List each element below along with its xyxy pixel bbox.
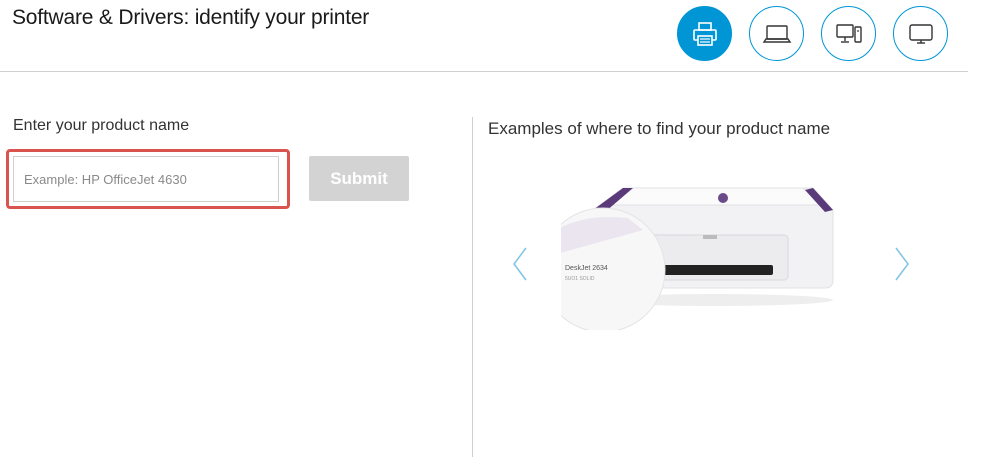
- image-label-model: DeskJet 2634: [565, 265, 608, 272]
- image-label-code: 5UO1 SOLID: [565, 276, 595, 282]
- device-monitor-button[interactable]: [893, 6, 948, 61]
- product-name-label: Enter your product name: [13, 117, 190, 134]
- chevron-right-icon[interactable]: [893, 246, 911, 282]
- laptop-icon: [762, 24, 791, 43]
- examples-carousel: DeskJet 2634 5UO1 SOLID: [505, 160, 925, 340]
- examples-title: Examples of where to find your product n…: [488, 119, 831, 138]
- printer-example-image: DeskJet 2634 5UO1 SOLID: [533, 160, 834, 330]
- column-divider: [472, 117, 473, 457]
- product-name-input[interactable]: [13, 156, 279, 202]
- device-printer-button[interactable]: [677, 6, 732, 61]
- printer-icon: [692, 21, 717, 46]
- device-desktop-button[interactable]: [821, 6, 876, 61]
- page-title: Software & Drivers: identify your printe…: [12, 6, 370, 29]
- desktop-icon: [835, 23, 862, 43]
- device-laptop-button[interactable]: [749, 6, 804, 61]
- header-divider: [0, 71, 968, 72]
- device-type-selector: [677, 6, 948, 61]
- submit-button[interactable]: Submit: [309, 156, 409, 201]
- monitor-icon: [908, 23, 933, 44]
- chevron-left-icon[interactable]: [511, 246, 529, 282]
